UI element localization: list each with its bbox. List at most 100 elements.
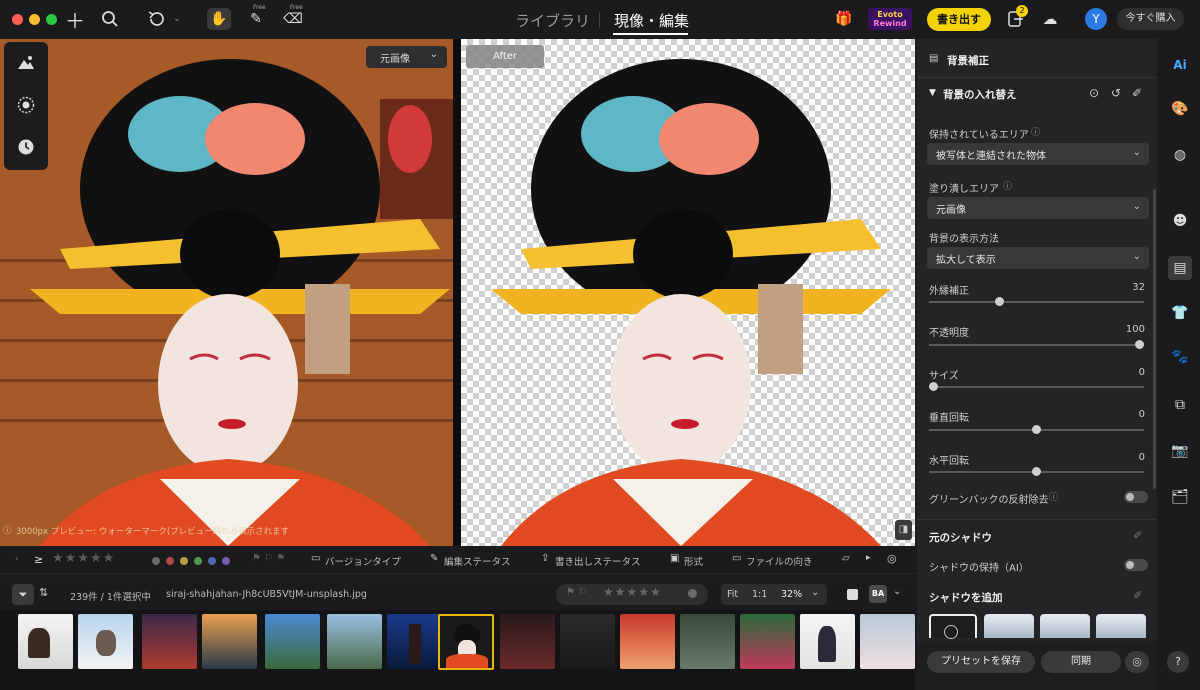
cloud-icon[interactable]: ☁ [1038,8,1062,30]
shadow-preset-none[interactable] [929,614,977,639]
texture-icon[interactable]: ◍ [1168,143,1192,167]
reset-icon[interactable]: ↺ [1111,86,1121,100]
filmstrip-thumbnail[interactable] [560,614,615,669]
opacity-slider[interactable] [929,340,1144,349]
preserve-area-dropdown[interactable]: 被写体と連結された物体 ⌄ [927,143,1149,165]
sync-button[interactable]: 同期 [1041,651,1121,673]
slider-knob[interactable] [1032,467,1041,476]
slider-knob[interactable] [994,297,1004,306]
filter-icon[interactable]: ⏷ [12,584,34,605]
chevron-down-icon[interactable]: ⌄ [893,586,901,597]
rating-stars[interactable]: ★★★★★ [603,585,662,599]
visibility-icon[interactable]: ⊙ [1089,86,1099,100]
filmstrip-thumbnail-selected[interactable] [438,614,494,670]
chevron-down-icon[interactable]: ⌄ [811,587,819,598]
gift-icon[interactable]: 🎁 [832,8,856,30]
zoom-level[interactable]: 32% [781,589,802,600]
horizontal-rotation-slider[interactable] [929,467,1144,476]
face-icon[interactable]: ☻ [1168,209,1192,233]
filmstrip-thumbnail[interactable] [327,614,382,669]
help-icon[interactable]: ⓘ [1049,490,1058,503]
undo-history-icon[interactable] [145,8,169,30]
camera-icon[interactable]: 📷 [1168,439,1192,463]
filmstrip-thumbnail[interactable] [860,614,915,669]
folder-icon[interactable]: ▱ [842,553,850,564]
color-label-none[interactable] [152,557,160,565]
slider-knob[interactable] [929,382,938,391]
before-view-dropdown[interactable]: 元画像 ⌄ [366,46,447,68]
brush-edit-icon[interactable]: ✐ [1132,86,1142,100]
greenback-toggle[interactable] [1124,491,1148,503]
filmstrip-thumbnail[interactable] [18,614,73,669]
shadow-preset[interactable] [1096,614,1146,638]
brush-edit-icon[interactable]: ✐ [1133,589,1142,602]
export-button[interactable]: 書き出す [927,8,991,31]
zoom-1to1[interactable]: 1:1 [752,589,767,600]
sort-icon[interactable]: ⇅ [39,586,48,599]
color-label-purple[interactable] [222,557,230,565]
filmstrip-thumbnail[interactable] [387,614,442,669]
crop-icon[interactable]: ⧉ [1168,393,1192,417]
hand-tool-icon[interactable]: ✋ [207,8,231,30]
filmstrip-thumbnail[interactable] [680,614,735,669]
slider-knob[interactable] [1135,340,1144,349]
image-viewer[interactable]: 元画像 ⌄ After ⓘ 3000px プレビュー: ウォーターマーク(プレビ… [0,39,915,546]
mountain-icon[interactable] [6,43,46,83]
close-window-button[interactable] [12,14,23,25]
color-label-blue[interactable] [208,557,216,565]
collapse-triangle-icon[interactable]: ▼ [929,88,936,98]
panel-scrollbar[interactable] [1153,189,1156,489]
flag-filter-icon[interactable]: ⚑ ⚐ ⚑ [252,553,285,564]
format-filter[interactable]: 形式 [684,554,703,568]
keep-shadow-toggle[interactable] [1124,559,1148,571]
color-label-yellow[interactable] [180,557,188,565]
filmstrip-thumbnail[interactable] [202,614,257,669]
slider-knob[interactable] [1032,425,1041,434]
rating-filter-stars[interactable]: ★★★★★ [52,551,115,566]
subsection-title[interactable]: 背景の入れ替え [943,87,1017,102]
brush-edit-icon[interactable]: ✐ [1133,529,1142,542]
display-method-dropdown[interactable]: 拡大して表示 ⌄ [927,247,1149,269]
minimize-window-button[interactable] [29,14,40,25]
orientation-icon[interactable]: ▭ [732,553,741,564]
help-icon[interactable]: ⓘ [1031,125,1040,138]
compare-toggle-icon[interactable]: ◨ [895,520,912,540]
rating-operator[interactable]: ≥ [34,553,43,566]
filmstrip-thumbnail[interactable] [78,614,133,669]
eraser-icon[interactable]: ⌫ [281,8,305,30]
save-preset-button[interactable]: プリセットを保存 [927,651,1035,673]
filmstrip-thumbnail[interactable] [500,614,555,669]
orientation-filter[interactable]: ファイルの向き [746,554,813,568]
pet-paw-icon[interactable]: 🐾 [1168,345,1192,369]
filter-settings-icon[interactable]: ◎ [887,552,897,565]
filmstrip-thumbnail[interactable] [265,614,320,669]
chevron-down-icon[interactable]: ⌄ [170,8,184,30]
edge-correction-slider[interactable] [929,297,1144,306]
texture-icon[interactable] [6,85,46,125]
image-format-icon[interactable]: ▣ [670,553,679,564]
filmstrip-thumbnail[interactable] [740,614,795,669]
folder-image-icon[interactable]: 🗂 [1168,485,1192,509]
tab-develop[interactable]: 現像・編集 [614,10,689,31]
export-status-filter[interactable]: 書き出しステータス [555,554,641,568]
single-view-icon[interactable] [847,589,858,600]
sync-settings-icon[interactable]: ◎ [1125,651,1149,673]
avatar[interactable]: Y [1085,8,1107,30]
add-icon[interactable]: ＋ [63,8,87,33]
ai-icon[interactable]: Ai [1168,53,1192,77]
palette-icon[interactable]: 🎨 [1168,97,1192,121]
tab-library[interactable]: ライブラリ [515,10,590,31]
color-label-red[interactable] [166,557,174,565]
clothing-icon[interactable]: 👕 [1168,301,1192,325]
split-divider[interactable] [453,39,461,546]
filmstrip-thumbnail[interactable] [800,614,855,669]
edit-status-filter[interactable]: 編集ステータス [444,554,511,568]
vertical-rotation-slider[interactable] [929,425,1144,434]
flag-icon[interactable]: ⚑ ⚐ [566,587,587,598]
zoom-window-button[interactable] [46,14,57,25]
retouch-brush-icon[interactable]: ✎ [244,8,268,30]
help-icon[interactable]: ? [1167,651,1189,673]
next-arrow-icon[interactable]: ▸ [866,553,871,563]
purchase-button[interactable]: 今すぐ購入 [1117,8,1184,30]
search-icon[interactable] [98,8,122,30]
